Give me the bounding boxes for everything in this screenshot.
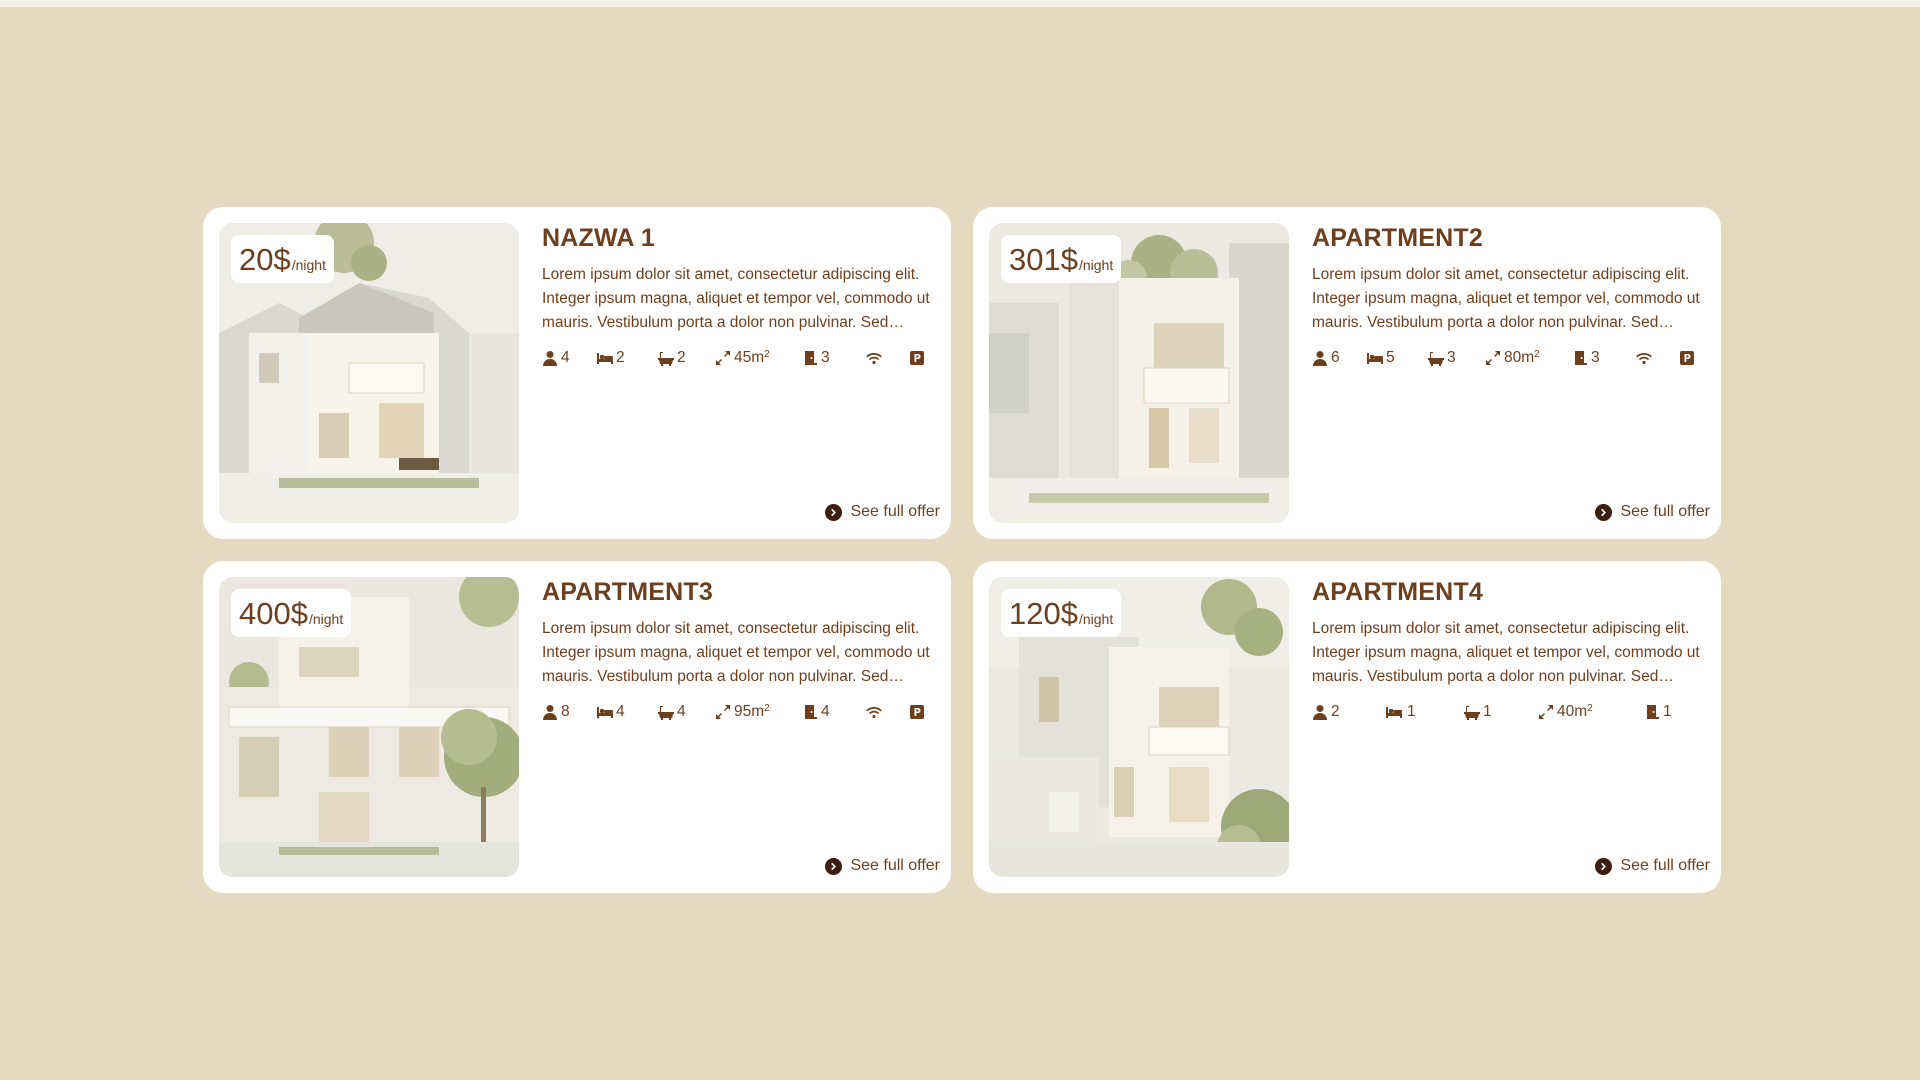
rooms-amenity: 4 (802, 703, 864, 721)
price-tag: 20$ /night (231, 235, 334, 283)
baths-amenity: 2 (658, 349, 715, 367)
listing-description: Lorem ipsum dolor sit amet, consectetur … (542, 266, 930, 331)
chevron-right-icon (825, 857, 843, 875)
area-amenity: 80m 2 (1485, 349, 1572, 367)
chevron-right-icon (825, 503, 843, 521)
listing-grid: 20$ /night NAZWA 1 Lorem ipsum dolor sit… (203, 207, 1721, 893)
parking-amenity (1679, 350, 1698, 366)
guests-amenity: 8 (542, 703, 597, 721)
area-amenity: 45m 2 (715, 349, 802, 367)
bed-icon (597, 707, 613, 718)
parking-icon (910, 705, 924, 719)
wifi-icon (1636, 353, 1652, 365)
listing-description: Lorem ipsum dolor sit amet, consectetur … (1312, 266, 1700, 331)
listing-card[interactable]: 301$ /night APARTMENT2 Lorem ipsum dolor… (973, 207, 1721, 539)
wifi-icon (866, 707, 882, 719)
wifi-amenity (1634, 350, 1679, 366)
parking-amenity (909, 704, 928, 720)
person-icon (543, 351, 557, 366)
amenities-row: 2 1 1 40m 2 1 (1312, 701, 1712, 723)
expand-arrows-icon (1539, 705, 1553, 719)
amenities-row: 8 4 4 95m 2 4 (542, 701, 942, 723)
listing-title: APARTMENT4 (1312, 578, 1483, 606)
top-strip (0, 0, 1920, 7)
beds-amenity: 1 (1384, 703, 1464, 721)
area-amenity: 95m 2 (715, 703, 802, 721)
price-suffix: /night (1078, 611, 1114, 627)
price-amount: 301$ (1009, 242, 1078, 277)
see-full-offer-link[interactable]: See full offer (825, 503, 940, 521)
expand-arrows-icon (716, 351, 730, 365)
guests-amenity: 4 (542, 349, 597, 367)
rooms-amenity: 3 (802, 349, 864, 367)
see-full-offer-link[interactable]: See full offer (1595, 503, 1710, 521)
price-suffix: /night (291, 257, 326, 273)
person-icon (1313, 351, 1327, 366)
beds-amenity: 4 (597, 703, 658, 721)
price-suffix: /night (308, 611, 344, 627)
price-tag: 400$ /night (231, 589, 352, 637)
person-icon (543, 705, 557, 720)
guests-amenity: 6 (1312, 349, 1367, 367)
price-amount: 20$ (239, 242, 291, 277)
door-icon (1647, 705, 1659, 719)
listing-title: APARTMENT3 (542, 578, 713, 606)
listing-info: NAZWA 1 Lorem ipsum dolor sit amet, cons… (542, 223, 942, 523)
chevron-right-icon (1595, 503, 1613, 521)
listing-description: Lorem ipsum dolor sit amet, consectetur … (542, 620, 930, 685)
person-icon (1313, 705, 1327, 720)
bathtub-icon (658, 706, 674, 720)
baths-amenity: 3 (1428, 349, 1485, 367)
listing-title: NAZWA 1 (542, 224, 655, 252)
rooms-amenity: 3 (1572, 349, 1634, 367)
listing-title: APARTMENT2 (1312, 224, 1483, 252)
baths-amenity: 1 (1464, 703, 1538, 721)
wifi-amenity (864, 704, 909, 720)
door-icon (805, 705, 817, 719)
baths-amenity: 4 (658, 703, 715, 721)
chevron-right-icon (1595, 857, 1613, 875)
area-amenity: 40m 2 (1538, 703, 1644, 721)
parking-icon (1680, 351, 1694, 365)
see-full-offer-link[interactable]: See full offer (825, 857, 940, 875)
bathtub-icon (658, 352, 674, 366)
bathtub-icon (1464, 706, 1480, 720)
parking-amenity (909, 350, 928, 366)
listing-photo[interactable]: 301$ /night (989, 223, 1289, 523)
price-tag: 120$ /night (1001, 589, 1122, 637)
beds-amenity: 5 (1367, 349, 1428, 367)
listing-description: Lorem ipsum dolor sit amet, consectetur … (1312, 620, 1700, 685)
listing-info: APARTMENT2 Lorem ipsum dolor sit amet, c… (1312, 223, 1712, 523)
listing-photo[interactable]: 120$ /night (989, 577, 1289, 877)
price-amount: 400$ (239, 596, 308, 631)
wifi-amenity (864, 350, 909, 366)
expand-arrows-icon (716, 705, 730, 719)
price-suffix: /night (1078, 257, 1114, 273)
guests-amenity: 2 (1312, 703, 1384, 721)
see-full-offer-link[interactable]: See full offer (1595, 857, 1710, 875)
beds-amenity: 2 (597, 349, 658, 367)
bed-icon (1386, 707, 1402, 718)
price-tag: 301$ /night (1001, 235, 1122, 283)
wifi-icon (866, 353, 882, 365)
listing-card[interactable]: 20$ /night NAZWA 1 Lorem ipsum dolor sit… (203, 207, 951, 539)
listing-info: APARTMENT4 Lorem ipsum dolor sit amet, c… (1312, 577, 1712, 877)
bed-icon (597, 353, 613, 364)
listing-photo[interactable]: 20$ /night (219, 223, 519, 523)
listing-photo[interactable]: 400$ /night (219, 577, 519, 877)
price-amount: 120$ (1009, 596, 1078, 631)
listing-info: APARTMENT3 Lorem ipsum dolor sit amet, c… (542, 577, 942, 877)
bed-icon (1367, 353, 1383, 364)
amenities-row: 4 2 2 45m 2 3 (542, 347, 942, 369)
listing-card[interactable]: 400$ /night APARTMENT3 Lorem ipsum dolor… (203, 561, 951, 893)
amenities-row: 6 5 3 80m 2 3 (1312, 347, 1712, 369)
bathtub-icon (1428, 352, 1444, 366)
rooms-amenity: 1 (1644, 703, 1672, 721)
parking-icon (910, 351, 924, 365)
expand-arrows-icon (1486, 351, 1500, 365)
listing-card[interactable]: 120$ /night APARTMENT4 Lorem ipsum dolor… (973, 561, 1721, 893)
door-icon (1575, 351, 1587, 365)
door-icon (805, 351, 817, 365)
